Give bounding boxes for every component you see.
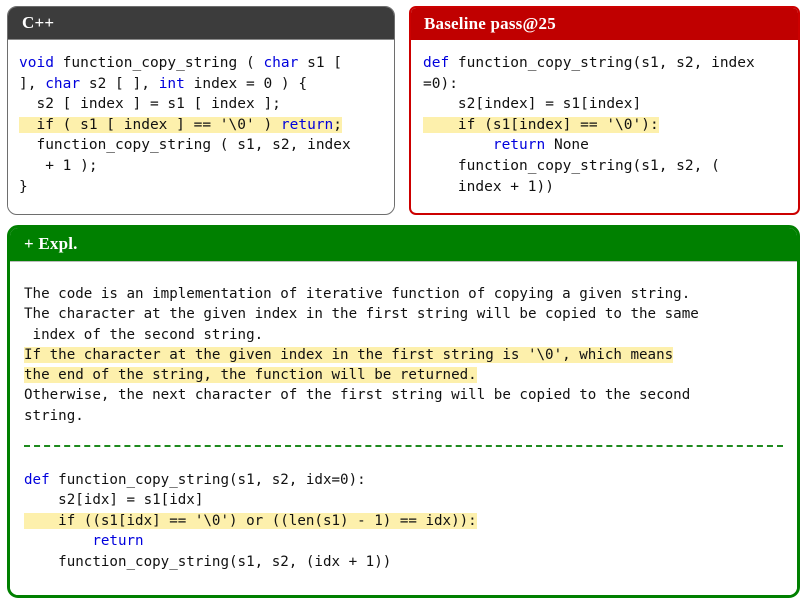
code-line: if (s1[index] == '\0'): bbox=[423, 116, 659, 133]
explanation-code-block: def function_copy_string(s1, s2, idx=0):… bbox=[24, 470, 783, 572]
cpp-code-block: void function_copy_string ( char s1 [ ],… bbox=[19, 53, 384, 197]
code-line: s2 [ index ] = s1 [ index ]; bbox=[19, 96, 281, 113]
code-line: =0): bbox=[423, 75, 458, 92]
code-line: Otherwise, the next character of the fir… bbox=[24, 387, 691, 404]
code-line: index of the second string. bbox=[24, 326, 264, 343]
code-line: def function_copy_string(s1, s2, index bbox=[423, 55, 755, 71]
code-line: If the character at the given index in t… bbox=[24, 346, 674, 363]
explanation-inner: The code is an implementation of iterati… bbox=[10, 262, 797, 582]
panel-cpp-body: void function_copy_string ( char s1 [ ],… bbox=[8, 39, 394, 208]
section-divider bbox=[24, 445, 783, 448]
panel-cpp-title: C++ bbox=[8, 7, 394, 39]
panel-explanation: + Expl. The code is an implementation of… bbox=[7, 225, 800, 598]
code-line: return bbox=[92, 533, 144, 550]
code-line: void function_copy_string ( char s1 [ bbox=[19, 55, 343, 71]
code-line: function_copy_string ( s1, s2, index bbox=[19, 137, 351, 154]
code-line: function_copy_string(s1, s2, ( bbox=[423, 157, 720, 174]
panel-baseline: Baseline pass@25 def function_copy_strin… bbox=[409, 6, 800, 215]
comparison-figure: C++ void function_copy_string ( char s1 … bbox=[0, 0, 807, 605]
code-line: if ( s1 [ index ] == '\0' ) return; bbox=[19, 116, 343, 133]
code-line: s2[index] = s1[index] bbox=[423, 96, 642, 113]
code-line: function_copy_string(s1, s2, (idx + 1)) bbox=[24, 553, 392, 570]
explanation-text: The code is an implementation of iterati… bbox=[24, 284, 783, 426]
panel-baseline-body: def function_copy_string(s1, s2, index =… bbox=[411, 40, 798, 208]
code-line: } bbox=[19, 178, 28, 195]
code-line: ], char s2 [ ], int index = 0 ) { bbox=[19, 75, 308, 92]
panel-explanation-title: + Expl. bbox=[10, 228, 797, 261]
code-line: The code is an implementation of iterati… bbox=[24, 286, 691, 302]
code-line: index + 1)) bbox=[423, 178, 554, 195]
panel-explanation-body: The code is an implementation of iterati… bbox=[10, 261, 797, 595]
baseline-code-block: def function_copy_string(s1, s2, index =… bbox=[423, 53, 788, 197]
code-line: if ((s1[idx] == '\0') or ((len(s1) - 1) … bbox=[24, 512, 477, 529]
code-line: return None bbox=[492, 137, 589, 154]
code-line: string. bbox=[24, 407, 84, 424]
panel-cpp: C++ void function_copy_string ( char s1 … bbox=[7, 6, 395, 215]
code-line: def function_copy_string(s1, s2, idx=0): bbox=[24, 472, 366, 489]
panel-baseline-title: Baseline pass@25 bbox=[411, 8, 798, 40]
code-line: the end of the string, the function will… bbox=[24, 367, 477, 384]
code-line: + 1 ); bbox=[19, 157, 98, 174]
code-line: s2[idx] = s1[idx] bbox=[24, 492, 204, 509]
code-line: The character at the given index in the … bbox=[24, 306, 699, 323]
